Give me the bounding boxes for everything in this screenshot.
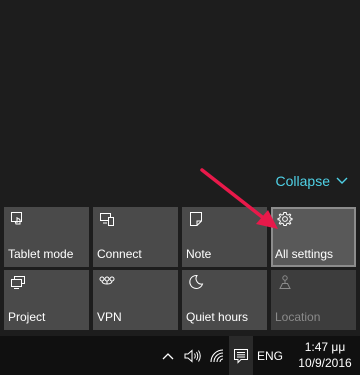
tile-label: Project [8, 310, 46, 324]
tile-project[interactable]: Project [4, 270, 89, 330]
volume-icon [184, 348, 201, 363]
tile-label: Note [186, 247, 212, 261]
show-hidden-icons-button[interactable] [158, 336, 178, 375]
tile-all-settings[interactable]: All settings [271, 207, 356, 267]
tablet-mode-icon [11, 212, 22, 225]
tile-vpn[interactable]: VPN [93, 270, 178, 330]
network-button[interactable] [208, 336, 228, 375]
chevron-down-icon [336, 177, 348, 184]
location-icon [279, 275, 291, 289]
tile-label: VPN [97, 310, 122, 324]
action-center-icon [234, 348, 248, 364]
volume-button[interactable] [182, 336, 204, 375]
tile-location[interactable]: Location [271, 270, 356, 330]
connect-icon [100, 213, 114, 226]
project-icon [11, 276, 25, 289]
note-icon [190, 212, 202, 226]
tile-label: Connect [97, 247, 142, 261]
tile-connect[interactable]: Connect [93, 207, 178, 267]
quick-actions-grid: Tablet mode Connect Note All settings Pr… [4, 207, 356, 330]
moon-icon [189, 274, 204, 289]
gear-icon [277, 212, 293, 226]
tile-label: Quiet hours [186, 310, 249, 324]
tile-label: All settings [275, 247, 334, 261]
wifi-icon [210, 348, 224, 362]
language-indicator: ENG [256, 348, 283, 363]
tile-label: Location [275, 310, 321, 324]
action-center-button[interactable] [229, 336, 253, 375]
tile-tablet-mode[interactable]: Tablet mode [4, 207, 89, 267]
vpn-icon [99, 276, 115, 285]
tile-quiet-hours[interactable]: Quiet hours [182, 270, 267, 330]
action-center-panel: Collapse Tablet mode Connect Note All se… [0, 0, 360, 336]
tile-label: Tablet mode [8, 247, 74, 261]
clock-date: 10/9/2016 [298, 356, 352, 370]
clock-button[interactable]: 1:47 μμ 10/9/2016 [294, 339, 356, 371]
taskbar: ENG 1:47 μμ 10/9/2016 [0, 336, 360, 375]
chevron-up-icon [162, 352, 174, 359]
input-language-button[interactable]: ENG [255, 336, 285, 375]
collapse-label: Collapse [275, 173, 330, 189]
clock-time: 1:47 μμ [304, 340, 346, 354]
tile-note[interactable]: Note [182, 207, 267, 267]
collapse-button[interactable]: Collapse [276, 171, 348, 191]
